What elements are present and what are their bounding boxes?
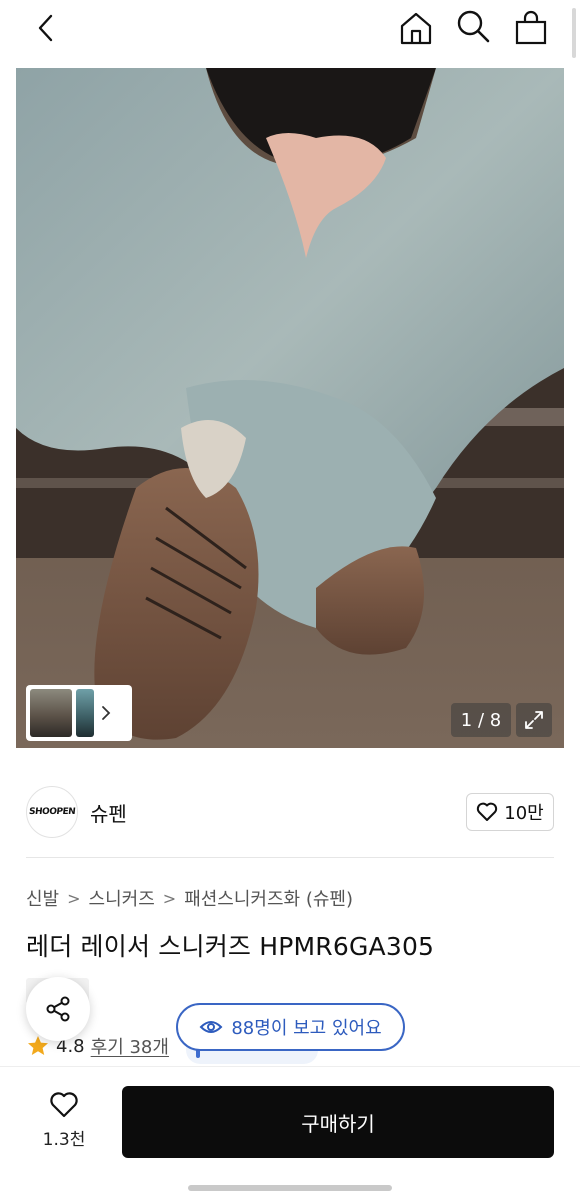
product-photo-illustration — [16, 68, 564, 748]
viewers-text: 88명이 보고 있어요 — [231, 1018, 382, 1039]
product-image[interactable] — [16, 68, 564, 748]
back-button[interactable] — [24, 6, 68, 50]
buy-button[interactable]: 구매하기 — [122, 1086, 554, 1158]
eye-icon — [199, 1021, 223, 1033]
image-counter: 1 / 8 — [451, 703, 511, 737]
scrollbar[interactable] — [572, 8, 576, 58]
chevron-right-icon: > — [67, 888, 81, 908]
home-button[interactable] — [394, 6, 438, 50]
thumbnail-next-button[interactable] — [98, 689, 114, 737]
wishlist-count: 1.3천 — [42, 1129, 86, 1150]
review-link[interactable]: 후기 38개 — [91, 1033, 169, 1059]
thumbnail-strip[interactable] — [26, 685, 132, 741]
brand-logo-text: SHOOPEN — [28, 807, 76, 817]
bottom-action-bar: 1.3천 구매하기 — [0, 1066, 580, 1200]
chevron-right-icon — [102, 706, 111, 720]
breadcrumb-item[interactable]: 패션스니커즈화 (슈펜) — [184, 885, 353, 911]
share-icon — [46, 996, 70, 1022]
expand-icon — [525, 711, 543, 729]
chevron-right-icon: > — [162, 888, 177, 908]
brand-like-count: 10만 — [504, 803, 544, 824]
brand-name[interactable]: 슈펜 — [90, 798, 127, 827]
breadcrumb-item[interactable]: 신발 — [26, 885, 59, 911]
chevron-left-icon — [38, 14, 53, 42]
top-bar — [0, 0, 580, 60]
brand-logo[interactable]: SHOOPEN — [26, 786, 78, 838]
product-title: 레더 레이서 스니커즈 HPMR6GA305 — [26, 932, 435, 961]
cart-button[interactable] — [509, 6, 553, 50]
expand-button[interactable] — [516, 703, 552, 737]
shopping-bag-icon — [515, 10, 547, 45]
thumbnail-image[interactable] — [76, 689, 94, 737]
divider — [26, 857, 554, 858]
heart-outline-icon — [477, 802, 498, 821]
brand-like-button[interactable]: 10만 — [466, 793, 554, 831]
search-button[interactable] — [451, 4, 495, 48]
share-button[interactable] — [26, 977, 90, 1041]
heart-outline-icon — [50, 1091, 78, 1117]
wishlist-button[interactable]: 1.3천 — [28, 1085, 100, 1155]
breadcrumb: 신발 > 스니커즈 > 패션스니커즈화 (슈펜) — [26, 885, 353, 911]
brand-row[interactable]: SHOOPEN 슈펜 10만 — [26, 783, 554, 841]
viewers-toast: 88명이 보고 있어요 — [176, 1003, 405, 1051]
home-indicator — [188, 1185, 392, 1191]
search-icon — [457, 10, 490, 43]
breadcrumb-item[interactable]: 스니커즈 — [89, 885, 155, 911]
home-icon — [400, 12, 432, 45]
thumbnail-image[interactable] — [30, 689, 72, 737]
